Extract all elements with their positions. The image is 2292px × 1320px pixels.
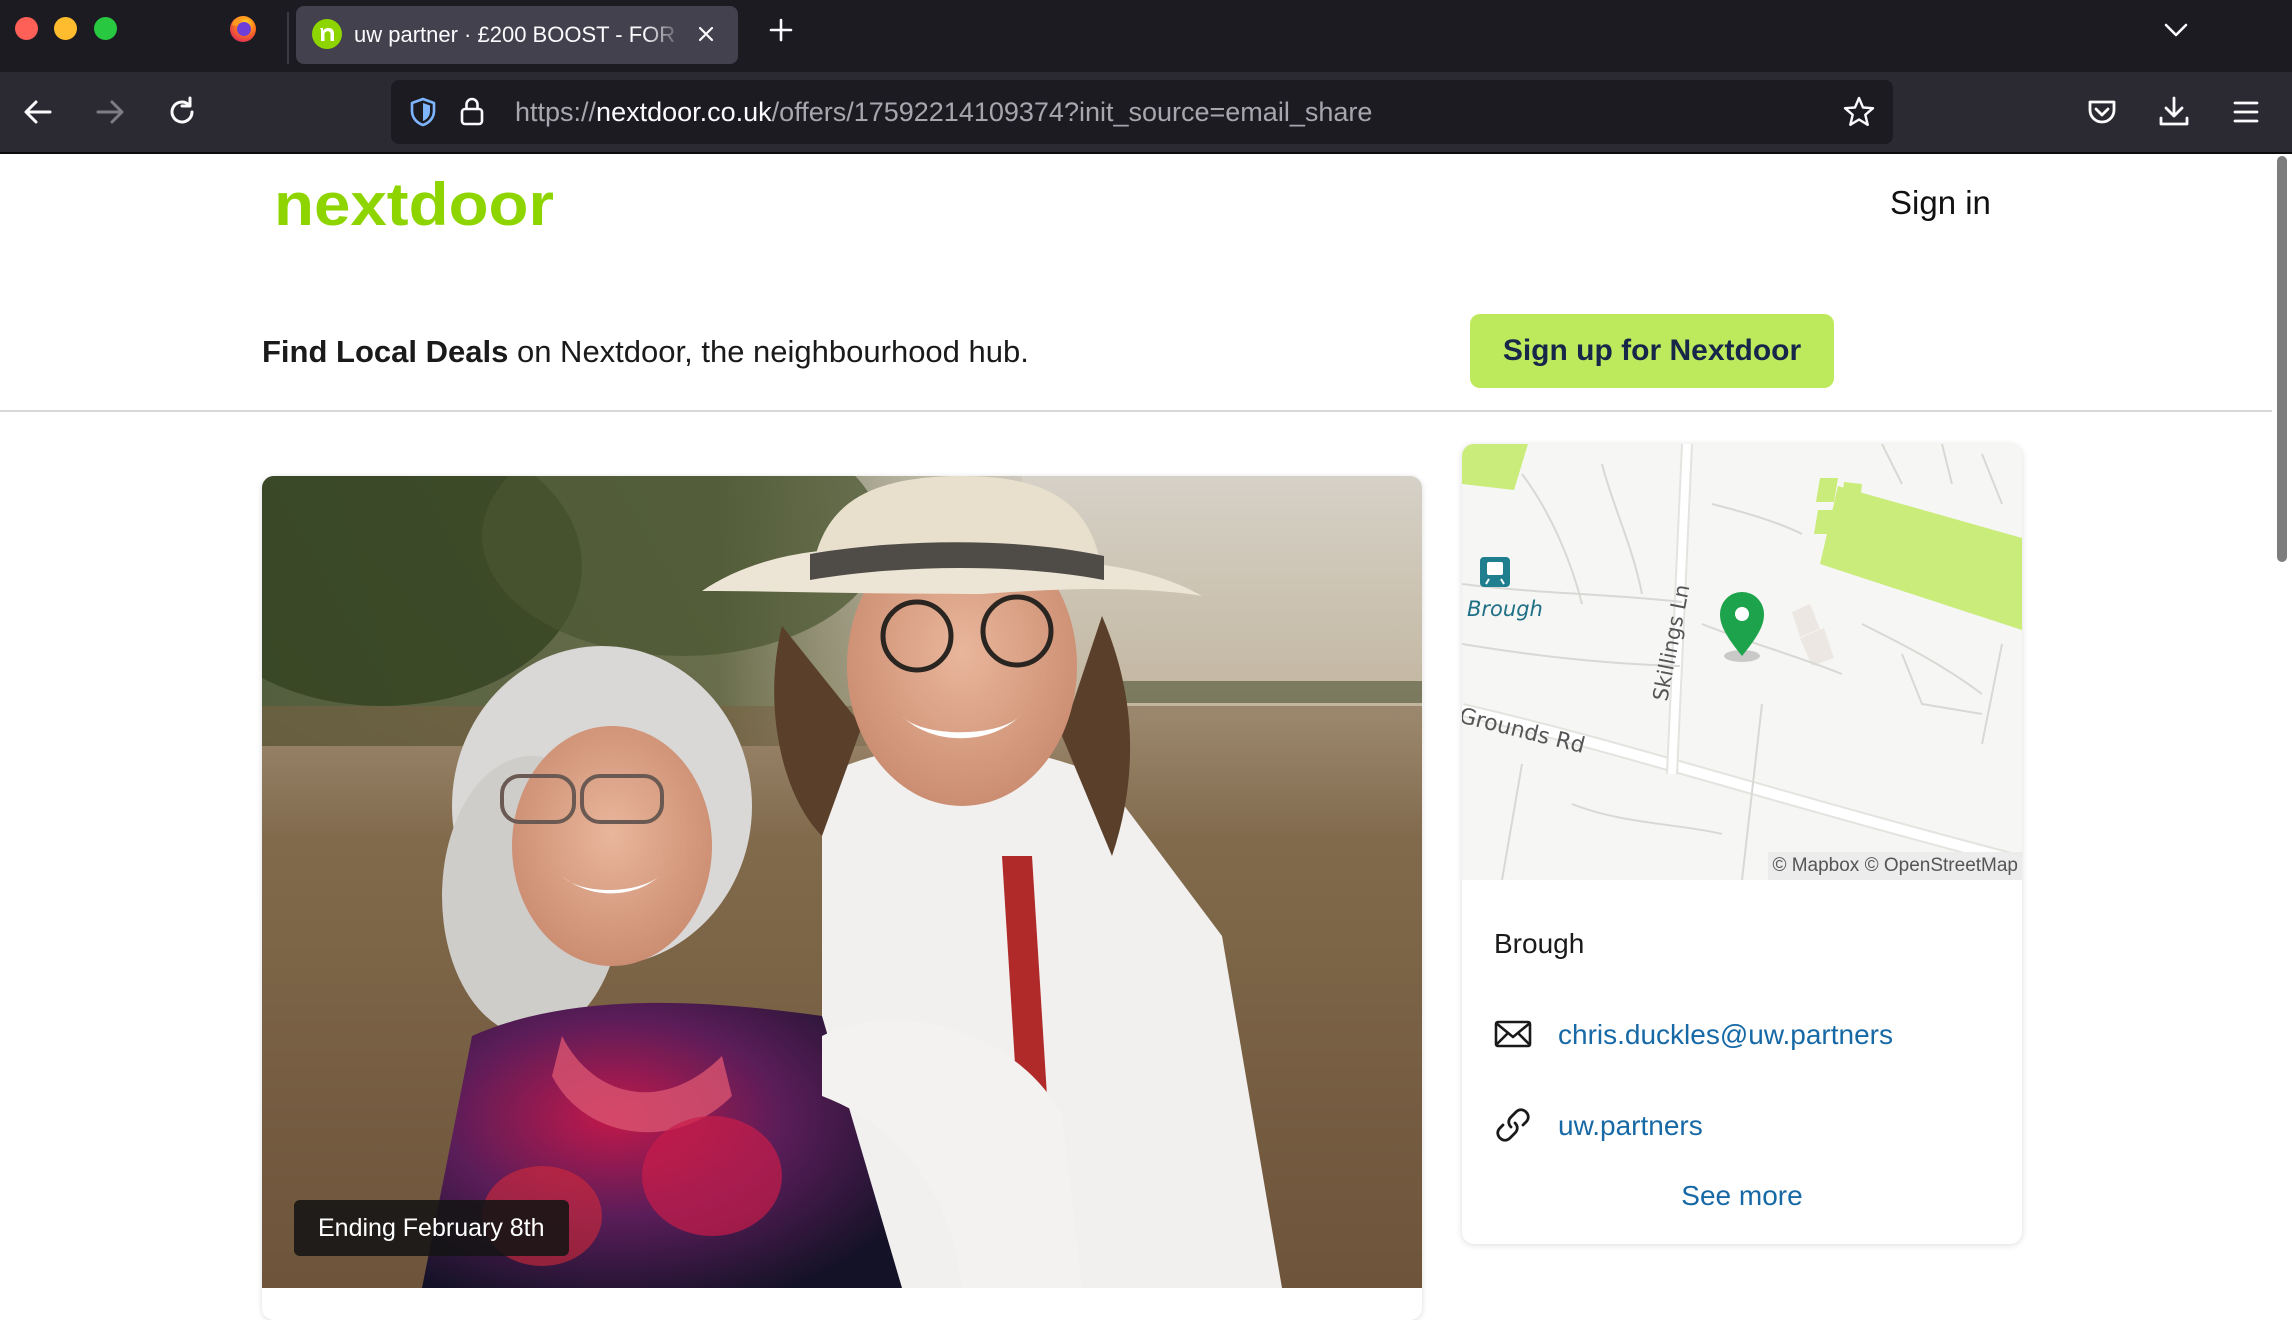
header-divider [0,410,2272,412]
offer-card[interactable]: Ending February 8th [262,476,1422,1320]
address-bar[interactable]: https://nextdoor.co.uk/offers/1759221410… [391,80,1893,144]
reload-icon[interactable] [162,92,202,132]
promo-rest-text: on Nextdoor, the neighbourhood hub. [508,334,1029,369]
url-text[interactable]: https://nextdoor.co.uk/offers/1759221410… [515,97,1372,128]
browser-tab-bar: uw partner · £200 BOOST - FOR RENT [0,0,2292,72]
map-attribution[interactable]: © Mapbox © OpenStreetMap [1768,852,2022,880]
forward-arrow-icon[interactable] [90,92,130,132]
window-minimize-button[interactable] [54,17,77,40]
active-tab[interactable]: uw partner · £200 BOOST - FOR RENT [296,6,738,64]
nextdoor-favicon-icon [312,19,342,49]
business-location: Brough [1494,928,1585,959]
new-tab-icon[interactable] [765,14,797,46]
business-email-link[interactable]: chris.duckles@uw.partners [1558,1019,1893,1051]
sign-in-link[interactable]: Sign in [1890,184,1991,222]
window-close-button[interactable] [15,17,38,40]
chevron-down-icon[interactable] [2160,14,2192,46]
page-content: nextdoor Sign in Find Local Deals on Nex… [0,154,2292,1320]
url-host: nextdoor.co.uk [596,97,772,127]
hamburger-menu-icon[interactable] [2226,92,2266,132]
tracking-protection-shield-icon[interactable] [407,96,439,128]
page-scrollbar[interactable] [2272,154,2292,1320]
business-info-card: Brough Skillings Ln Grounds Rd © Mapbox … [1462,444,2022,1244]
promo-headline: Find Local Deals on Nextdoor, the neighb… [262,334,1029,370]
tab-close-icon[interactable] [691,19,721,49]
browser-nav-bar: https://nextdoor.co.uk/offers/1759221410… [0,72,2292,154]
back-arrow-icon[interactable] [18,92,58,132]
envelope-icon [1494,1020,1532,1048]
downloads-icon[interactable] [2154,92,2194,132]
offer-photo [262,476,1422,1288]
svg-text:nextdoor: nextdoor [274,176,554,234]
tab-separator [287,12,289,64]
location-map[interactable]: Brough Skillings Ln Grounds Rd [1462,444,2022,880]
svg-text:Brough: Brough [1467,597,1543,621]
firefox-icon[interactable] [228,13,258,43]
business-website-link[interactable]: uw.partners [1558,1110,1703,1142]
window-zoom-button[interactable] [94,17,117,40]
url-path: /offers/17592214109374?init_source=email… [771,97,1373,127]
lock-icon[interactable] [457,95,487,127]
see-more-link[interactable]: See more [1462,1180,2022,1212]
promo-bold-text: Find Local Deals [262,334,509,369]
pocket-icon[interactable] [2082,92,2122,132]
nextdoor-logo[interactable]: nextdoor [274,176,556,234]
sign-up-button[interactable]: Sign up for Nextdoor [1470,314,1834,388]
offer-ending-badge: Ending February 8th [294,1200,569,1256]
scrollbar-thumb[interactable] [2277,156,2287,562]
url-scheme: https:// [515,97,597,127]
tab-title: uw partner · £200 BOOST - FOR RENT [354,22,684,47]
bookmark-star-icon[interactable] [1841,94,1877,130]
link-icon [1496,1108,1530,1142]
